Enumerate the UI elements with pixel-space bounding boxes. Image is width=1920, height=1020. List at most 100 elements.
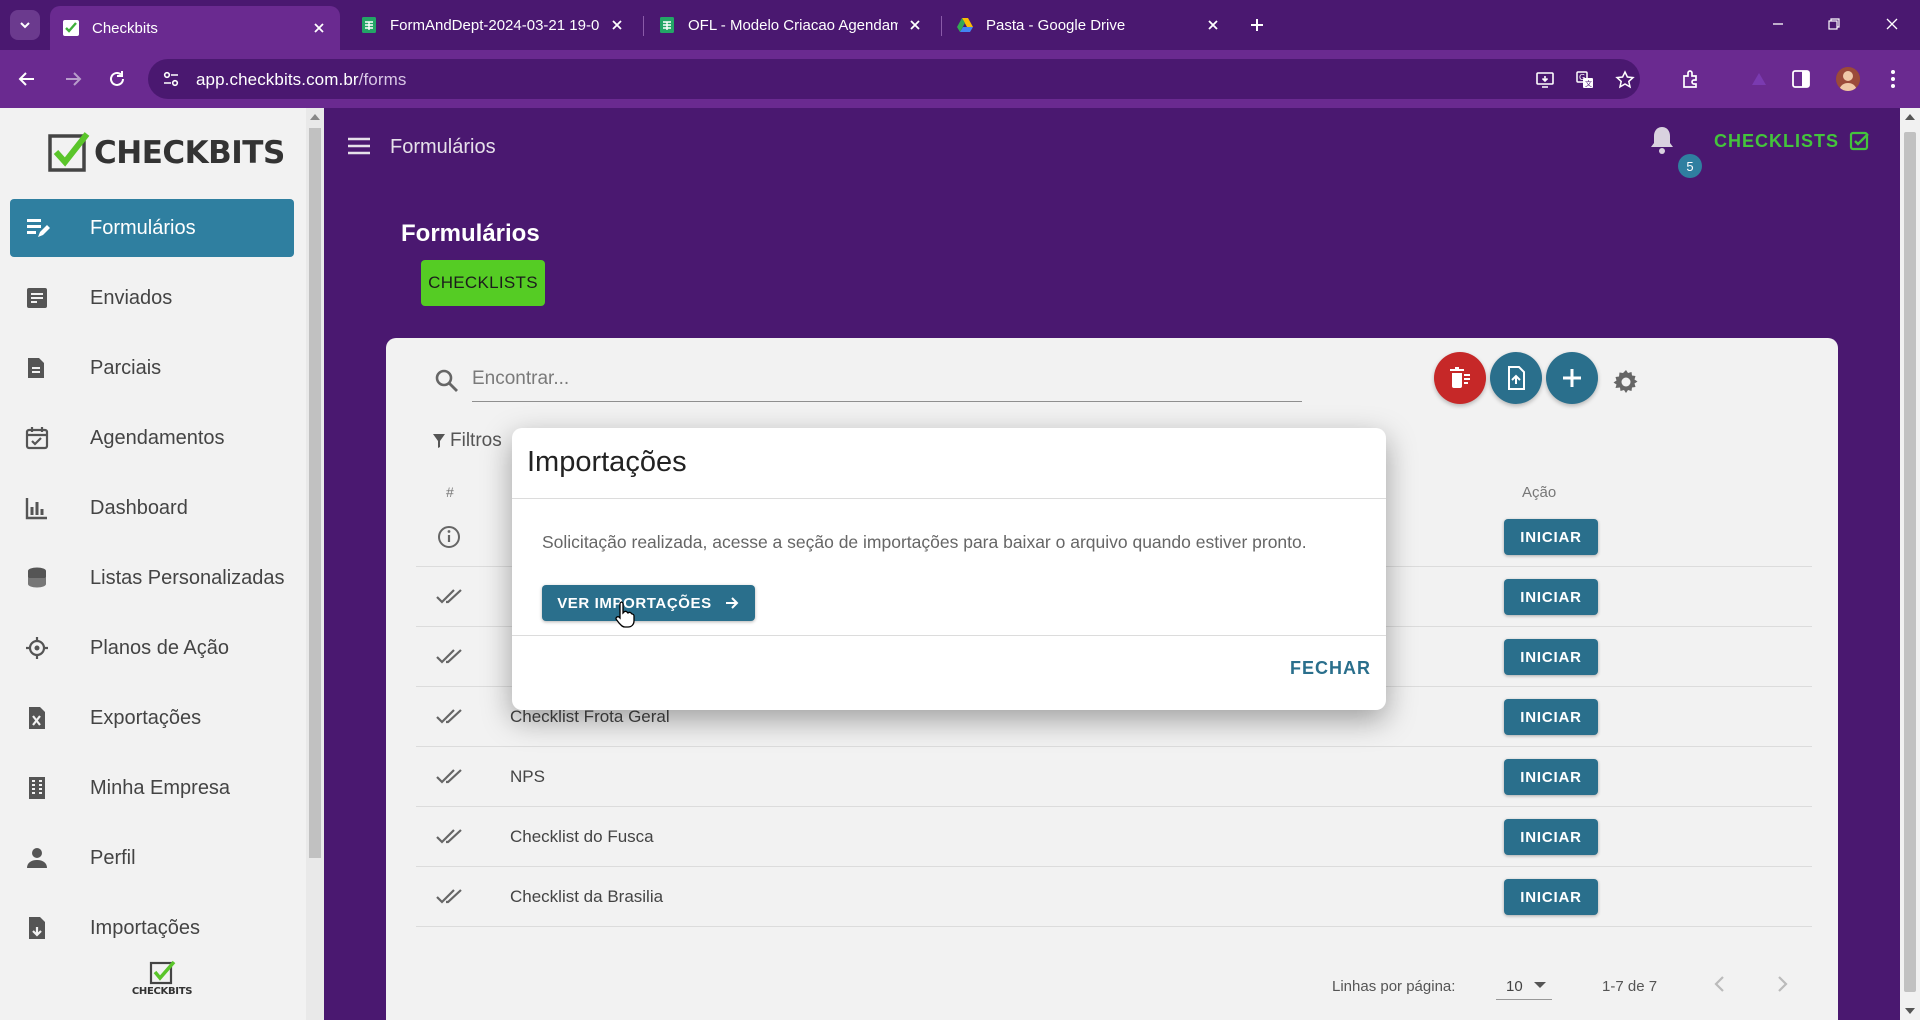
sidebar-item-planos-de-acao[interactable]: Planos de Ação bbox=[10, 619, 294, 677]
chevron-right-icon[interactable] bbox=[1770, 972, 1794, 996]
minimize-button[interactable] bbox=[1760, 8, 1796, 40]
sidebar-item-agendamentos[interactable]: Agendamentos bbox=[10, 409, 294, 467]
form-name: Checklist do Fusca bbox=[510, 827, 654, 846]
scrollbar-thumb[interactable] bbox=[1904, 132, 1916, 992]
iniciar-button[interactable]: INICIAR bbox=[1504, 699, 1598, 735]
scroll-up-arrow[interactable] bbox=[1905, 114, 1915, 120]
sidebar-item-listas-personalizadas[interactable]: Listas Personalizadas bbox=[10, 549, 294, 607]
sidebar-item-importacoes[interactable]: Importações bbox=[10, 899, 294, 957]
browser-tab-bar: Checkbits FormAndDept-2024-03-21 19-0 OF… bbox=[0, 0, 1920, 50]
sidebar-item-parciais[interactable]: Parciais bbox=[10, 339, 294, 397]
close-icon[interactable] bbox=[608, 16, 626, 34]
checkbits-logo-icon bbox=[149, 960, 176, 985]
extension-pinned-icon[interactable] bbox=[1746, 66, 1772, 92]
iniciar-button[interactable]: INICIAR bbox=[1504, 879, 1598, 915]
search-input[interactable] bbox=[472, 356, 1302, 402]
tab-google-drive[interactable]: Pasta - Google Drive bbox=[944, 6, 1234, 44]
partial-docs-icon bbox=[22, 353, 52, 383]
tab-formanddept[interactable]: FormAndDept-2024-03-21 19-0 bbox=[348, 6, 638, 44]
iniciar-button[interactable]: INICIAR bbox=[1504, 759, 1598, 795]
sidebar-item-dashboard[interactable]: Dashboard bbox=[10, 479, 294, 537]
sidebar-item-minha-empresa[interactable]: Minha Empresa bbox=[10, 759, 294, 817]
ver-importacoes-button[interactable]: VER IMPORTAÇÕES bbox=[542, 585, 755, 621]
notification-bell-icon[interactable] bbox=[1648, 124, 1676, 156]
minimize-icon bbox=[1773, 23, 1783, 25]
forward-button[interactable] bbox=[58, 64, 88, 94]
tab-checkbits[interactable]: Checkbits bbox=[50, 6, 340, 50]
hand-pointer-cursor-icon bbox=[615, 601, 635, 628]
close-icon bbox=[1886, 18, 1898, 30]
sidebar-item-label: Enviados bbox=[90, 286, 173, 309]
side-panel-icon[interactable] bbox=[1788, 66, 1814, 92]
drive-icon bbox=[957, 18, 973, 32]
scroll-down-arrow[interactable] bbox=[1905, 1008, 1915, 1014]
table-row[interactable]: Checklist da Brasilia INICIAR bbox=[416, 867, 1812, 927]
restore-button[interactable] bbox=[1816, 8, 1852, 40]
delete-forms-button[interactable] bbox=[1434, 352, 1486, 404]
checklists-header-link[interactable]: CHECKLISTS bbox=[1714, 130, 1871, 152]
sidebar-item-perfil[interactable]: Perfil bbox=[10, 829, 294, 887]
rows-per-page-select[interactable]: 10 bbox=[1496, 970, 1552, 1000]
gear-icon[interactable] bbox=[1612, 368, 1640, 396]
iniciar-button[interactable]: INICIAR bbox=[1504, 639, 1598, 675]
iniciar-button[interactable]: INICIAR bbox=[1504, 819, 1598, 855]
tab-search-button[interactable] bbox=[10, 10, 40, 40]
form-name: Checklist Frota Geral bbox=[510, 707, 670, 726]
sidebar-item-label: Exportações bbox=[90, 706, 202, 729]
reload-button[interactable] bbox=[102, 64, 132, 94]
dialog-divider bbox=[512, 498, 1386, 499]
dialog-divider bbox=[512, 635, 1386, 636]
sidebar-item-enviados[interactable]: Enviados bbox=[10, 269, 294, 327]
iniciar-button[interactable]: INICIAR bbox=[1504, 579, 1598, 615]
back-button[interactable] bbox=[12, 64, 42, 94]
building-icon bbox=[22, 773, 52, 803]
sidebar-item-label: Agendamentos bbox=[90, 426, 225, 449]
table-row[interactable]: NPS INICIAR bbox=[416, 747, 1812, 807]
browser-toolbar: app.checkbits.com.br/forms G文 bbox=[0, 50, 1920, 108]
database-icon bbox=[22, 563, 52, 593]
import-form-button[interactable] bbox=[1490, 352, 1542, 404]
new-tab-button[interactable] bbox=[1244, 12, 1270, 38]
sidebar-item-label: Formulários bbox=[90, 216, 196, 239]
iniciar-button[interactable]: INICIAR bbox=[1504, 519, 1598, 555]
url-path: /forms bbox=[358, 70, 407, 89]
url-text: app.checkbits.com.br/forms bbox=[196, 70, 406, 90]
brand-logo: CHECKBITS bbox=[48, 132, 285, 174]
restore-icon bbox=[1828, 18, 1840, 30]
checklists-filter-chip[interactable]: CHECKLISTS bbox=[421, 260, 545, 306]
close-window-button[interactable] bbox=[1874, 8, 1910, 40]
tab-ofl-modelo[interactable]: OFL - Modelo Criacao Agendam bbox=[646, 6, 936, 44]
translate-icon[interactable]: G文 bbox=[1574, 69, 1596, 91]
form-edit-icon bbox=[22, 213, 52, 243]
add-form-button[interactable] bbox=[1546, 352, 1598, 404]
sheets-icon bbox=[660, 17, 674, 33]
site-info-icon[interactable] bbox=[162, 70, 180, 88]
scrollbar-thumb[interactable] bbox=[309, 128, 321, 858]
close-icon[interactable] bbox=[1204, 16, 1222, 34]
install-app-icon[interactable] bbox=[1534, 69, 1556, 91]
close-icon[interactable] bbox=[310, 19, 328, 37]
sidebar-item-label: Importações bbox=[90, 916, 201, 939]
close-icon[interactable] bbox=[906, 16, 924, 34]
bar-chart-icon bbox=[22, 493, 52, 523]
chevron-left-icon[interactable] bbox=[1708, 972, 1732, 996]
table-row[interactable]: Checklist do Fusca INICIAR bbox=[416, 807, 1812, 867]
sidebar-item-label: Perfil bbox=[90, 846, 136, 869]
sidebar-scrollbar[interactable] bbox=[306, 108, 324, 1020]
sidebar-item-exportacoes[interactable]: Exportações bbox=[10, 689, 294, 747]
checkbits-logo-icon bbox=[48, 132, 90, 172]
fechar-button[interactable]: FECHAR bbox=[1290, 658, 1371, 679]
caret-down-icon bbox=[1534, 982, 1546, 988]
bookmark-star-icon[interactable] bbox=[1614, 69, 1636, 91]
extensions-icon[interactable] bbox=[1678, 66, 1704, 92]
hamburger-menu-icon[interactable] bbox=[346, 136, 372, 156]
scroll-up-arrow[interactable] bbox=[310, 114, 320, 120]
more-menu-icon[interactable] bbox=[1880, 66, 1906, 92]
column-header-index: # bbox=[446, 484, 454, 500]
sidebar-item-formularios[interactable]: Formulários bbox=[10, 199, 294, 257]
page-scrollbar[interactable] bbox=[1900, 108, 1920, 1020]
profile-avatar[interactable] bbox=[1836, 67, 1860, 91]
filters-toggle[interactable]: Filtros bbox=[432, 430, 502, 452]
address-bar[interactable]: app.checkbits.com.br/forms G文 bbox=[148, 59, 1640, 99]
file-upload-icon bbox=[1508, 366, 1525, 390]
